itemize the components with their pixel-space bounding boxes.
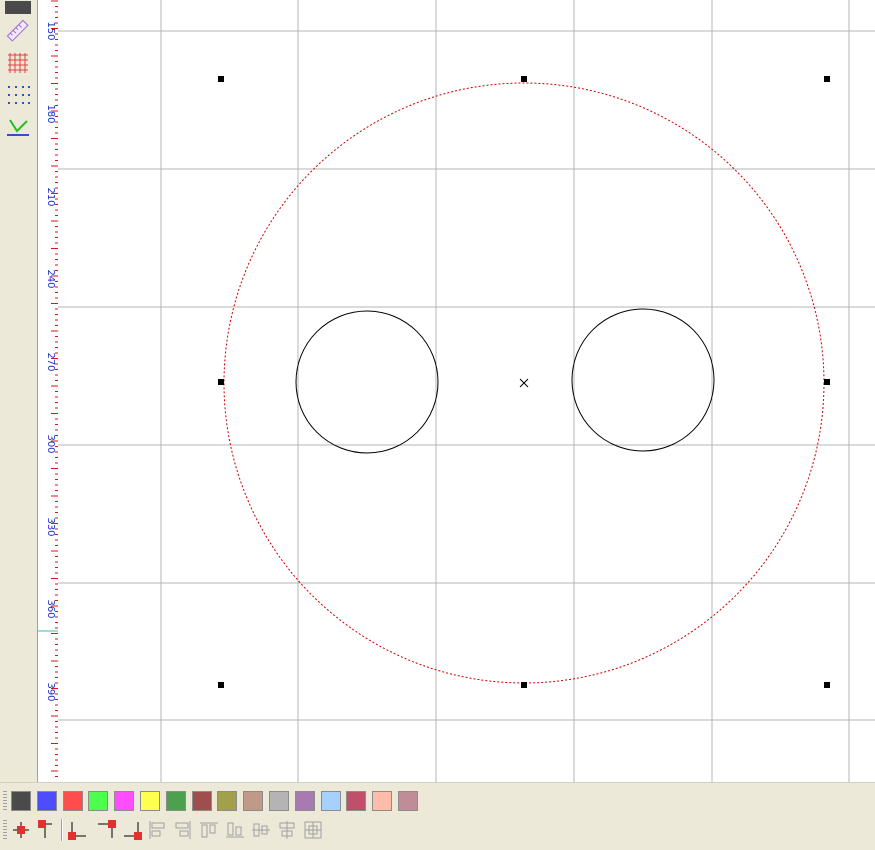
align-grid-button[interactable] (302, 819, 324, 841)
snap-bottom-left-icon (68, 822, 86, 840)
ruler-label: 300 (45, 434, 56, 453)
color-swatch[interactable] (217, 791, 238, 811)
snap-center-button[interactable] (10, 819, 32, 841)
ruler-icon (6, 19, 29, 42)
snap-button[interactable] (3, 113, 33, 141)
align-right-icon (175, 821, 191, 839)
snap-center-icon (13, 822, 29, 838)
snap-top-right-icon (98, 820, 116, 838)
color-swatch[interactable] (398, 791, 418, 811)
align-bottom-button[interactable] (224, 819, 246, 841)
color-swatch[interactable] (140, 791, 160, 811)
color-swatch[interactable] (88, 791, 109, 811)
selection-handle[interactable] (824, 379, 830, 385)
toolbar-grip[interactable] (3, 791, 7, 811)
ruler-button[interactable] (3, 17, 33, 45)
color-swatch[interactable] (62, 791, 83, 811)
align-right-button[interactable] (172, 819, 194, 841)
align-center-horizontal-icon (252, 823, 270, 837)
color-swatch[interactable] (165, 791, 186, 811)
canvas-grid (58, 0, 875, 782)
dot-grid-button[interactable] (3, 81, 33, 109)
align-center-vertical-button[interactable] (276, 819, 298, 841)
selection-handle[interactable] (521, 682, 527, 688)
align-left-icon (149, 821, 165, 839)
grid-icon (8, 53, 28, 73)
align-top-icon (200, 822, 218, 838)
vertical-ruler: 150 180 210 240 270 300 330 360 390 (37, 0, 59, 782)
snap-top-icon (38, 820, 52, 838)
selection-handle[interactable] (218, 76, 224, 82)
selection-handle[interactable] (521, 76, 527, 82)
grid-button[interactable] (3, 49, 33, 77)
selection-handles (218, 76, 830, 688)
snap-bottom-left-button[interactable] (67, 819, 89, 841)
toolbar-grip[interactable] (3, 820, 7, 840)
dot-grid-icon (8, 86, 30, 104)
color-swatch[interactable] (294, 791, 315, 811)
center-marker (519, 378, 529, 388)
ruler-label: 270 (45, 352, 56, 371)
drawing-canvas[interactable] (58, 0, 875, 782)
ruler-label: 360 (45, 599, 56, 618)
color-swatch[interactable] (269, 791, 289, 811)
ruler-label: 390 (45, 682, 56, 701)
snap-icon (7, 119, 29, 136)
align-bottom-icon (226, 822, 244, 838)
palette-toolbar (0, 782, 875, 850)
color-swatch[interactable] (36, 791, 57, 811)
snap-top-right-button[interactable] (95, 819, 117, 841)
snap-bottom-right-button[interactable] (121, 819, 143, 841)
color-swatch[interactable] (191, 791, 212, 811)
selection-handle[interactable] (824, 682, 830, 688)
ruler-label: 180 (45, 104, 56, 123)
ruler-label: 150 (45, 21, 56, 40)
right-inner-circle[interactable] (571, 308, 715, 452)
color-swatch[interactable] (346, 791, 367, 811)
selection-handle[interactable] (824, 76, 830, 82)
selection-handle[interactable] (218, 682, 224, 688)
snap-bottom-right-icon (124, 822, 142, 840)
ruler-label: 210 (45, 187, 56, 206)
color-swatch[interactable] (243, 791, 264, 811)
align-center-vertical-icon (279, 821, 295, 839)
ruler-label: 240 (45, 269, 56, 288)
left-toolbar (0, 0, 37, 782)
align-top-button[interactable] (198, 819, 220, 841)
color-swatch[interactable] (11, 791, 31, 811)
color-swatch[interactable] (114, 791, 135, 811)
toolbar-separator (61, 819, 63, 841)
ruler-label: 330 (45, 517, 56, 536)
align-grid-icon (304, 821, 322, 839)
color-swatch[interactable] (320, 791, 341, 811)
color-swatch[interactable] (372, 791, 393, 811)
align-center-horizontal-button[interactable] (250, 819, 272, 841)
fill-color-icon (5, 0, 31, 14)
align-left-button[interactable] (146, 819, 168, 841)
snap-top-button[interactable] (34, 819, 56, 841)
left-inner-circle[interactable] (295, 310, 439, 454)
selection-handle[interactable] (218, 379, 224, 385)
